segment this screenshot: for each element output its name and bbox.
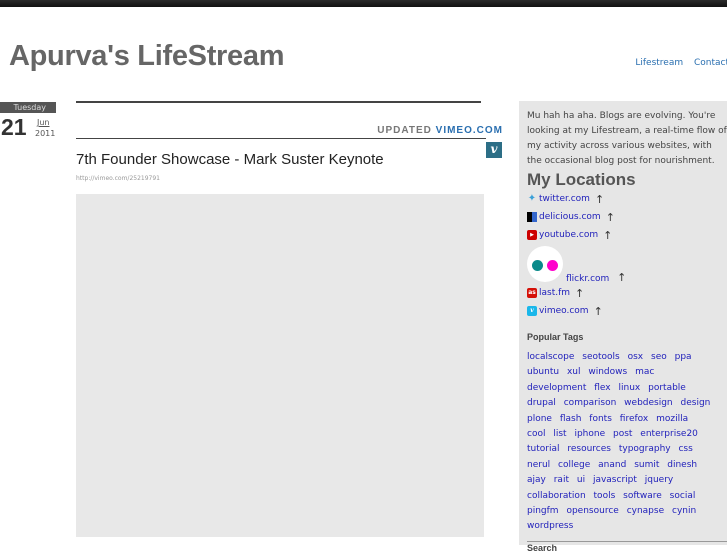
twitter-icon: ✦ bbox=[527, 193, 537, 204]
tag-link[interactable]: wordpress bbox=[527, 521, 573, 531]
tag-link[interactable]: opensource bbox=[566, 506, 618, 516]
post-weekday: Tuesday bbox=[0, 102, 56, 113]
tag-link[interactable]: firefox bbox=[620, 414, 648, 424]
tag-link[interactable]: drupal bbox=[527, 398, 556, 408]
site-title[interactable]: Apurva's LifeStream bbox=[9, 40, 284, 73]
tag-link[interactable]: portable bbox=[648, 383, 686, 393]
tag-link[interactable]: css bbox=[678, 444, 692, 454]
post-day: 21 bbox=[1, 114, 27, 140]
up-arrow-icon[interactable]: ↑ bbox=[617, 271, 626, 284]
tag-link[interactable]: nerul bbox=[527, 460, 550, 470]
tag-link[interactable]: seo bbox=[651, 352, 667, 362]
tag-link[interactable]: design bbox=[681, 398, 711, 408]
tag-link[interactable]: plone bbox=[527, 414, 552, 424]
tag-link[interactable]: mozilla bbox=[656, 414, 688, 424]
tag-link[interactable]: list bbox=[553, 429, 566, 439]
tag-link[interactable]: mac bbox=[635, 367, 654, 377]
tag-link[interactable]: social bbox=[670, 491, 696, 501]
post-url[interactable]: http://vimeo.com/25219791 bbox=[76, 175, 160, 182]
tag-link[interactable]: ubuntu bbox=[527, 367, 559, 377]
location-twitter: ✦ twitter.com ↑ bbox=[527, 190, 727, 208]
post-month[interactable]: Jun bbox=[37, 118, 50, 127]
tag-link[interactable]: resources bbox=[567, 444, 611, 454]
location-youtube: ▶ youtube.com ↑ bbox=[527, 226, 727, 244]
tag-link[interactable]: collaboration bbox=[527, 491, 586, 501]
tag-link[interactable]: sumit bbox=[634, 460, 659, 470]
tag-link[interactable]: post bbox=[613, 429, 632, 439]
tag-link[interactable]: cool bbox=[527, 429, 545, 439]
up-arrow-icon[interactable]: ↑ bbox=[575, 287, 584, 300]
nav-contact[interactable]: Contact bbox=[694, 58, 727, 68]
delicious-icon bbox=[527, 212, 537, 222]
tag-link[interactable]: osx bbox=[628, 352, 644, 362]
vimeo-icon: v bbox=[527, 306, 537, 316]
tag-link[interactable]: seotools bbox=[582, 352, 619, 362]
location-delicious: delicious.com ↑ bbox=[527, 208, 727, 226]
source-link[interactable]: VIMEO.COM bbox=[436, 125, 503, 136]
tag-link[interactable]: enterprise20 bbox=[640, 429, 698, 439]
tag-link[interactable]: flash bbox=[560, 414, 582, 424]
tag-link[interactable]: webdesign bbox=[624, 398, 672, 408]
location-vimeo: v vimeo.com ↑ bbox=[527, 302, 727, 320]
location-link-delicious[interactable]: delicious.com bbox=[539, 212, 601, 222]
tag-link[interactable]: tutorial bbox=[527, 444, 559, 454]
tag-link[interactable]: cynapse bbox=[627, 506, 664, 516]
video-embed[interactable] bbox=[76, 194, 484, 537]
nav-lifestream[interactable]: Lifestream bbox=[635, 58, 683, 68]
tag-link[interactable]: fonts bbox=[589, 414, 612, 424]
tags-heading: Popular Tags bbox=[527, 332, 584, 342]
tag-link[interactable]: rait bbox=[554, 475, 569, 485]
post-header-rule bbox=[76, 138, 486, 139]
tag-link[interactable]: xul bbox=[567, 367, 581, 377]
sidebar-intro: Mu hah ha aha. Blogs are evolving. You'r… bbox=[527, 111, 727, 166]
vimeo-icon[interactable]: v bbox=[486, 142, 502, 158]
location-link-twitter[interactable]: twitter.com bbox=[539, 194, 590, 204]
tag-link[interactable]: localscope bbox=[527, 352, 574, 362]
tag-link[interactable]: pingfm bbox=[527, 506, 559, 516]
tag-link[interactable]: javascript bbox=[593, 475, 637, 485]
tag-link[interactable]: dinesh bbox=[667, 460, 697, 470]
tag-link[interactable]: ui bbox=[577, 475, 585, 485]
up-arrow-icon[interactable]: ↑ bbox=[595, 193, 604, 206]
location-link-flickr[interactable]: flickr.com bbox=[566, 274, 609, 284]
lastfm-icon: as bbox=[527, 288, 537, 298]
top-bar bbox=[0, 0, 727, 7]
post-year: 2011 bbox=[35, 129, 56, 138]
tag-link[interactable]: software bbox=[623, 491, 662, 501]
tag-link[interactable]: iphone bbox=[574, 429, 605, 439]
main-nav: Lifestream Contact bbox=[627, 58, 727, 68]
tag-link[interactable]: college bbox=[558, 460, 590, 470]
search-heading: Search bbox=[527, 542, 558, 553]
tag-link[interactable]: typography bbox=[619, 444, 671, 454]
location-link-vimeo[interactable]: vimeo.com bbox=[539, 306, 589, 316]
post-title[interactable]: 7th Founder Showcase - Mark Suster Keyno… bbox=[76, 151, 384, 168]
tag-link[interactable]: windows bbox=[588, 367, 627, 377]
up-arrow-icon[interactable]: ↑ bbox=[606, 211, 615, 224]
tag-cloud: localscope seotools osx seo ppa ubuntu x… bbox=[527, 350, 717, 535]
location-link-youtube[interactable]: youtube.com bbox=[539, 230, 598, 240]
tag-link[interactable]: ppa bbox=[675, 352, 692, 362]
youtube-icon: ▶ bbox=[527, 230, 537, 240]
tag-link[interactable]: linux bbox=[619, 383, 641, 393]
location-link-lastfm[interactable]: last.fm bbox=[539, 288, 570, 298]
location-lastfm: as last.fm ↑ bbox=[527, 284, 727, 302]
updated-label: UPDATED VIMEO.COM bbox=[377, 125, 503, 136]
flickr-icon bbox=[527, 246, 563, 282]
location-flickr: flickr.com ↑ bbox=[527, 244, 727, 284]
tag-link[interactable]: ajay bbox=[527, 475, 546, 485]
tag-link[interactable]: tools bbox=[594, 491, 616, 501]
post-divider bbox=[76, 101, 481, 103]
tag-link[interactable]: anand bbox=[598, 460, 626, 470]
up-arrow-icon[interactable]: ↑ bbox=[594, 305, 603, 318]
tag-link[interactable]: flex bbox=[594, 383, 610, 393]
tag-link[interactable]: development bbox=[527, 383, 586, 393]
sidebar: Mu hah ha aha. Blogs are evolving. You'r… bbox=[519, 101, 727, 553]
tag-link[interactable]: cynin bbox=[672, 506, 696, 516]
search-divider bbox=[527, 541, 727, 542]
tag-link[interactable]: comparison bbox=[564, 398, 617, 408]
tag-link[interactable]: jquery bbox=[645, 475, 673, 485]
up-arrow-icon[interactable]: ↑ bbox=[603, 229, 612, 242]
locations-heading: My Locations bbox=[527, 170, 636, 189]
